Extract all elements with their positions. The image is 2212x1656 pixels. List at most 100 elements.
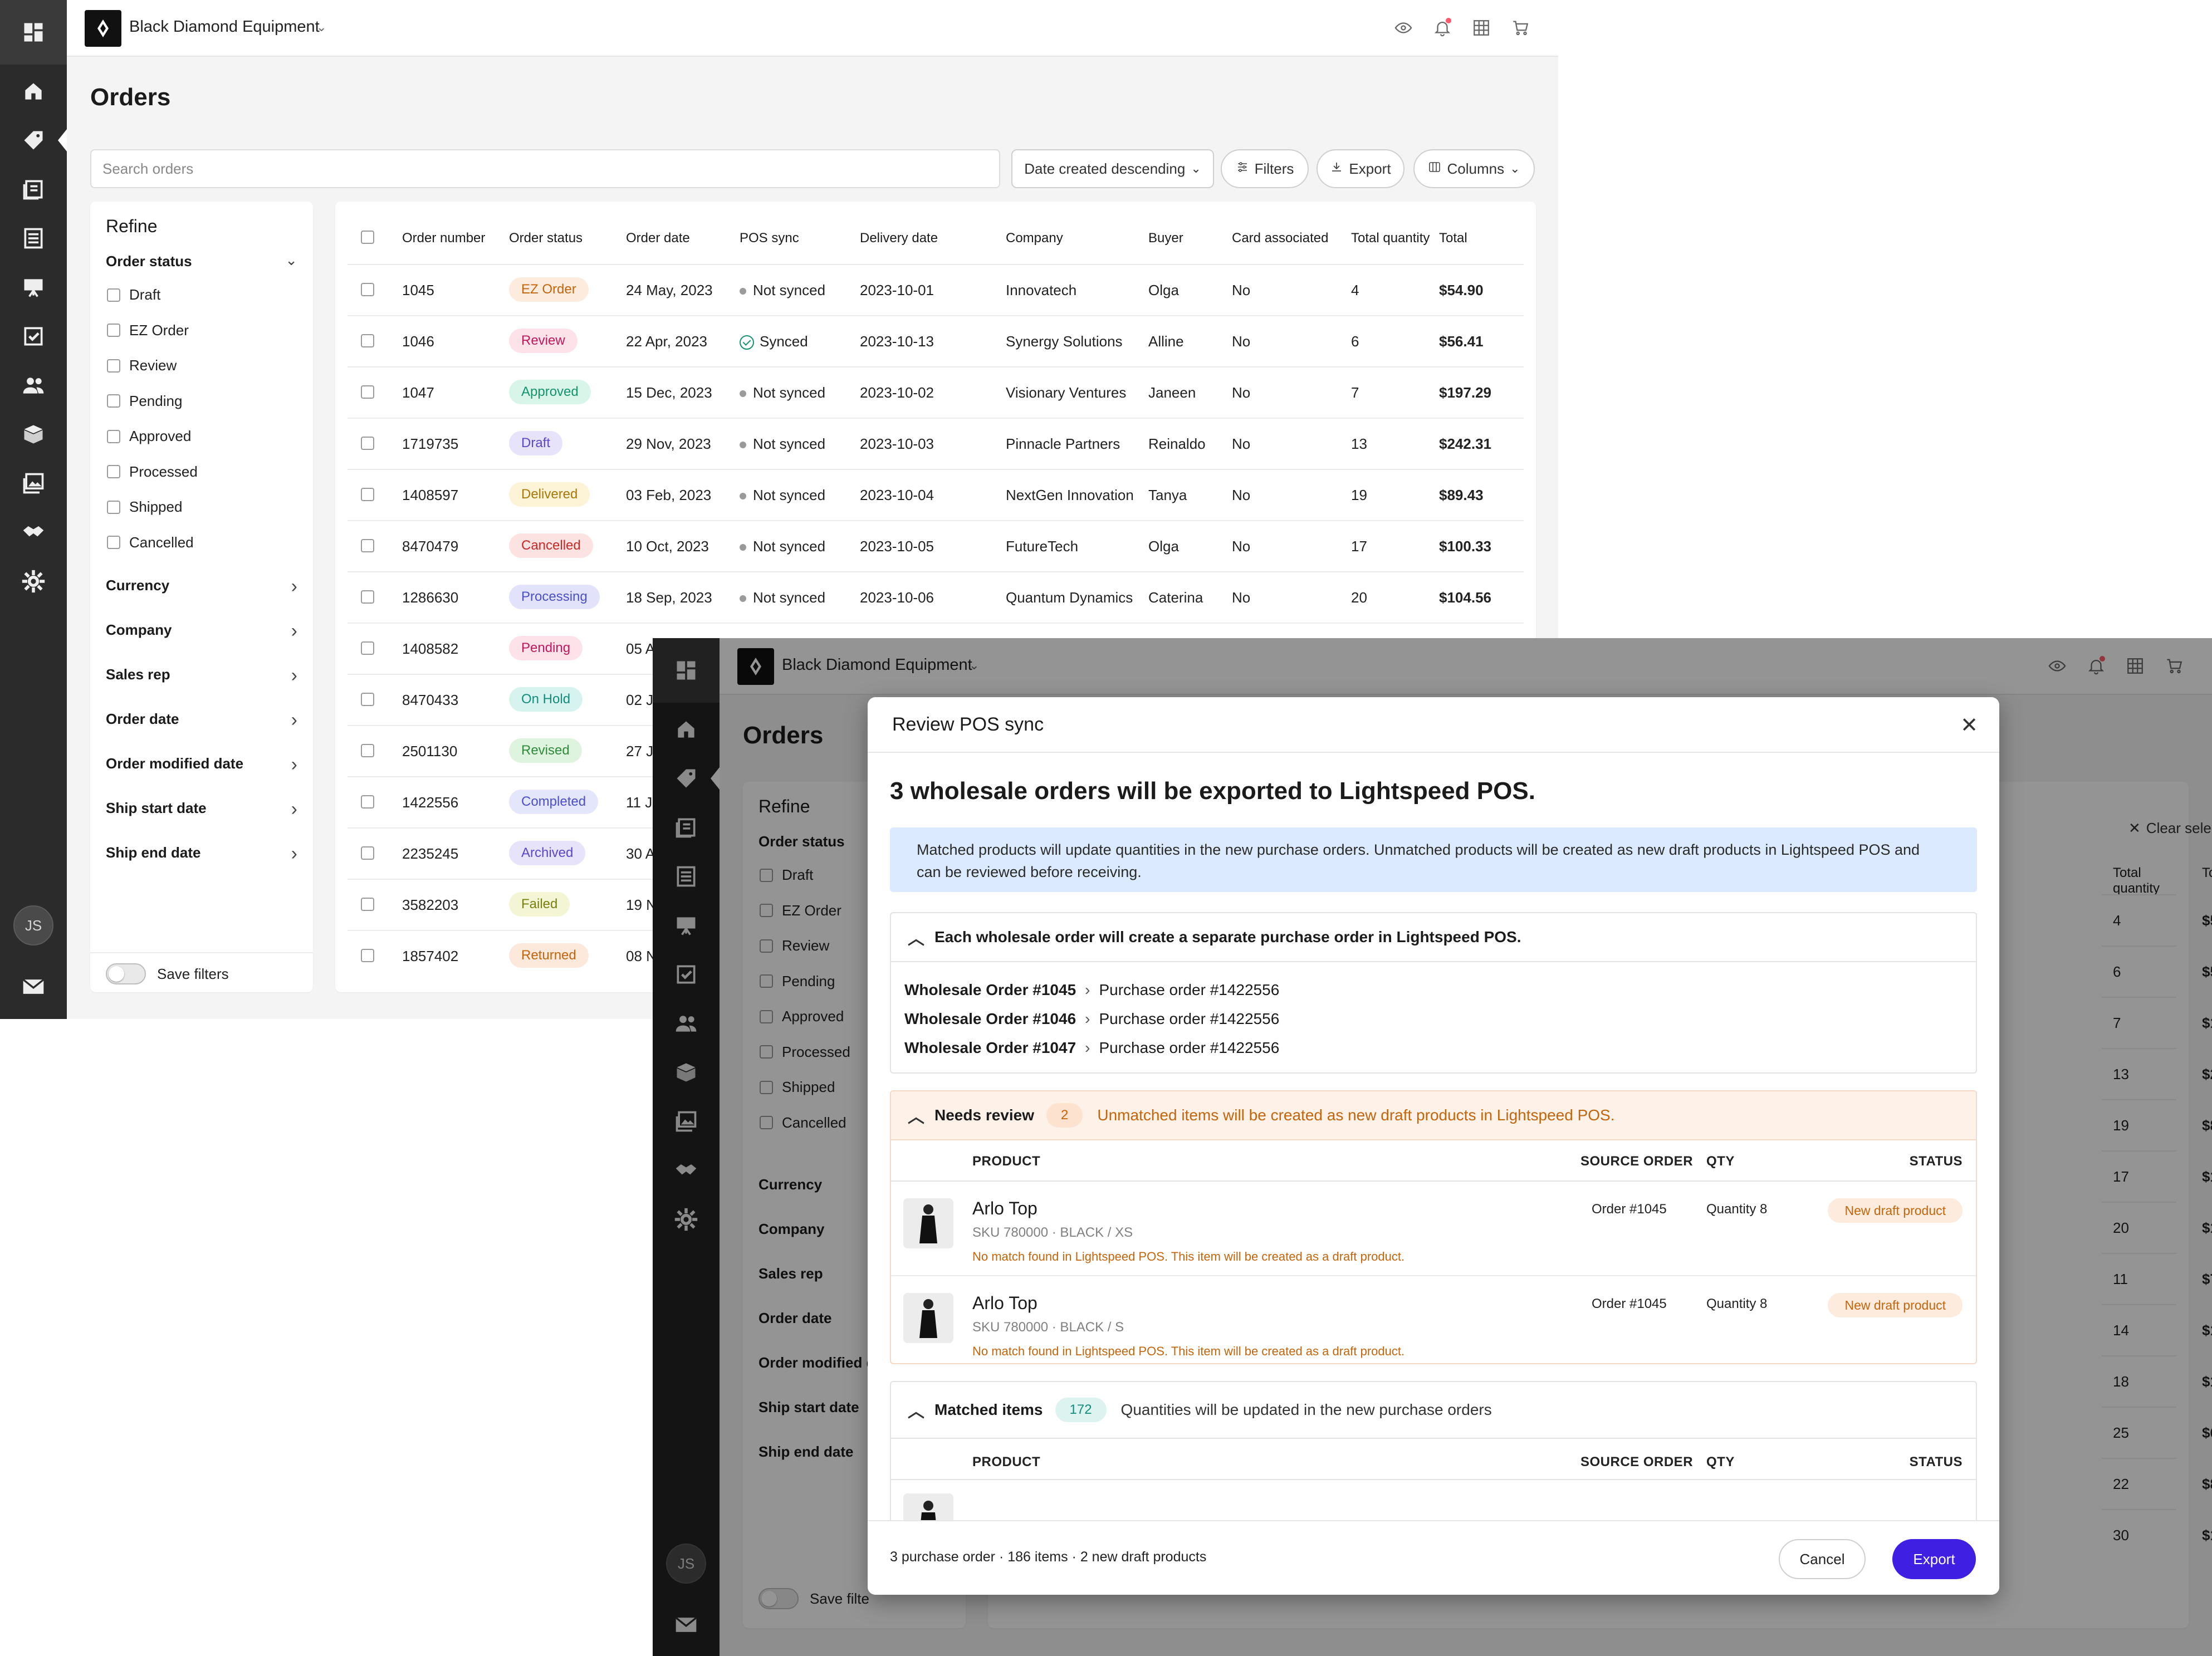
sort-select[interactable]: Date created descending ⌄ (1011, 149, 1214, 188)
chevron-up-icon[interactable]: ︿ (908, 1398, 934, 1422)
chevron-right-icon[interactable]: › (291, 620, 297, 642)
table-row[interactable]: 1719735 Draft 29 Nov, 2023 Not synced 2023-1… (348, 418, 1524, 469)
purchase-orders-panel-header[interactable]: ︿ Each wholesale order will create a sep… (891, 913, 1976, 962)
row-checkbox[interactable] (361, 590, 374, 604)
row-checkbox[interactable] (361, 693, 374, 706)
column-header[interactable]: Total (1439, 231, 1467, 246)
table-row[interactable]: 1046 Review 22 Apr, 2023 Synced 2023-10-13 Sy… (348, 315, 1524, 366)
column-header[interactable]: Total quantity (1351, 231, 1430, 246)
chevron-up-icon[interactable]: ︿ (908, 1103, 934, 1128)
columns-button[interactable]: Columns ⌄ (1413, 149, 1535, 188)
checkbox[interactable] (107, 500, 120, 514)
row-checkbox[interactable] (361, 283, 374, 296)
chevron-right-icon[interactable]: › (291, 798, 297, 820)
status-filter-option[interactable]: Processed (107, 463, 198, 481)
chevron-right-icon[interactable]: › (291, 709, 297, 731)
row-checkbox[interactable] (361, 898, 374, 911)
filter-section[interactable]: Company (106, 621, 172, 639)
row-checkbox[interactable] (361, 795, 374, 809)
chevron-right-icon[interactable]: › (291, 843, 297, 865)
filter-section[interactable]: Sales rep (106, 666, 170, 683)
search-input[interactable]: Search orders (90, 149, 1000, 188)
save-filters-row[interactable]: Save filters (106, 963, 229, 984)
row-checkbox[interactable] (361, 488, 374, 501)
select-all-checkbox[interactable] (361, 231, 374, 244)
column-header[interactable]: Order date (626, 231, 690, 246)
row-checkbox[interactable] (361, 385, 374, 399)
avatar[interactable]: JS (13, 905, 53, 945)
filters-button[interactable]: Filters (1221, 149, 1309, 188)
table-row[interactable]: 1045 EZ Order 24 May, 2023 Not synced 2023-1… (348, 264, 1524, 315)
column-header[interactable]: Buyer (1148, 231, 1183, 246)
catalog-icon[interactable] (0, 174, 67, 205)
needs-review-header[interactable]: ︿ Needs review 2 Unmatched items will be… (891, 1091, 1976, 1140)
status-filter-option[interactable]: Approved (107, 428, 191, 445)
chevron-right-icon[interactable]: › (291, 754, 297, 776)
status-filter-option[interactable]: EZ Order (107, 322, 189, 339)
box-icon[interactable] (0, 419, 67, 450)
row-checkbox[interactable] (361, 744, 374, 757)
checklist-icon[interactable] (0, 321, 67, 352)
table-row[interactable]: 8470479 Cancelled 10 Oct, 2023 Not synced 20… (348, 520, 1524, 571)
column-header[interactable]: Order status (509, 231, 583, 246)
orders-list-icon[interactable] (0, 223, 67, 254)
status-filter-option[interactable]: Draft (107, 286, 160, 303)
cancel-button[interactable]: Cancel (1779, 1539, 1866, 1579)
matched-items-header[interactable]: ︿ Matched items 172 Quantities will be u… (891, 1382, 1976, 1439)
row-checkbox[interactable] (361, 641, 374, 655)
gear-icon[interactable] (0, 566, 67, 597)
column-header[interactable]: Company (1006, 231, 1063, 246)
order-status-heading[interactable]: Order status (106, 253, 192, 270)
mail-icon[interactable] (0, 971, 67, 1002)
column-header[interactable]: Delivery date (860, 231, 938, 246)
users-icon[interactable] (0, 370, 67, 401)
checkbox[interactable] (107, 536, 120, 549)
chevron-right-icon[interactable]: › (291, 576, 297, 597)
filter-section[interactable]: Order modified date (106, 755, 243, 772)
filter-section[interactable]: Ship start date (106, 800, 207, 817)
tag-icon[interactable] (0, 125, 67, 156)
chevron-right-icon[interactable]: › (291, 665, 297, 687)
grid-icon[interactable] (1470, 17, 1492, 39)
row-checkbox[interactable] (361, 437, 374, 450)
home-icon[interactable] (0, 76, 67, 107)
table-row[interactable]: 1286630 Processing 18 Sep, 2023 Not synced 2… (348, 571, 1524, 623)
row-checkbox[interactable] (361, 846, 374, 860)
checkbox[interactable] (107, 288, 120, 302)
images-icon[interactable] (0, 468, 67, 499)
row-checkbox[interactable] (361, 539, 374, 552)
column-header[interactable]: Card associated (1232, 231, 1328, 246)
status-filter-option[interactable]: Review (107, 357, 177, 374)
chevron-down-icon[interactable]: ⌄ (316, 20, 326, 35)
brand-name[interactable]: Black Diamond Equipment (129, 18, 320, 36)
checkbox[interactable] (107, 359, 120, 373)
row-checkbox[interactable] (361, 334, 374, 347)
handshake-icon[interactable] (0, 517, 67, 548)
checkbox[interactable] (107, 324, 120, 337)
status-filter-option[interactable]: Pending (107, 393, 182, 410)
chevron-down-icon[interactable]: ⌄ (285, 252, 297, 269)
column-header[interactable]: Order number (402, 231, 485, 246)
eye-icon[interactable] (1392, 17, 1415, 39)
checkbox[interactable] (107, 429, 120, 443)
filter-section[interactable]: Order date (106, 711, 179, 728)
presentation-icon[interactable] (0, 272, 67, 303)
close-icon[interactable]: ✕ (1955, 711, 1984, 739)
checkbox[interactable] (107, 465, 120, 478)
filter-section[interactable]: Ship end date (106, 844, 200, 861)
chevron-up-icon[interactable]: ︿ (908, 925, 934, 949)
export-button[interactable]: Export (1892, 1539, 1976, 1579)
table-row[interactable]: 1047 Approved 15 Dec, 2023 Not synced 2023-1… (348, 366, 1524, 418)
status-filter-option[interactable]: Shipped (107, 498, 182, 516)
column-header[interactable]: POS sync (740, 231, 799, 246)
row-checkbox[interactable] (361, 949, 374, 962)
cart-icon[interactable] (1509, 17, 1531, 39)
status-filter-option[interactable]: Cancelled (107, 534, 194, 551)
filter-section[interactable]: Currency (106, 577, 169, 594)
save-filters-toggle[interactable] (106, 963, 146, 984)
dashboard-icon[interactable] (0, 0, 67, 65)
export-button[interactable]: Export (1317, 149, 1404, 188)
table-row[interactable]: 1408597 Delivered 03 Feb, 2023 Not synced 20… (348, 469, 1524, 520)
checkbox[interactable] (107, 394, 120, 408)
brand-logo[interactable] (85, 10, 121, 47)
